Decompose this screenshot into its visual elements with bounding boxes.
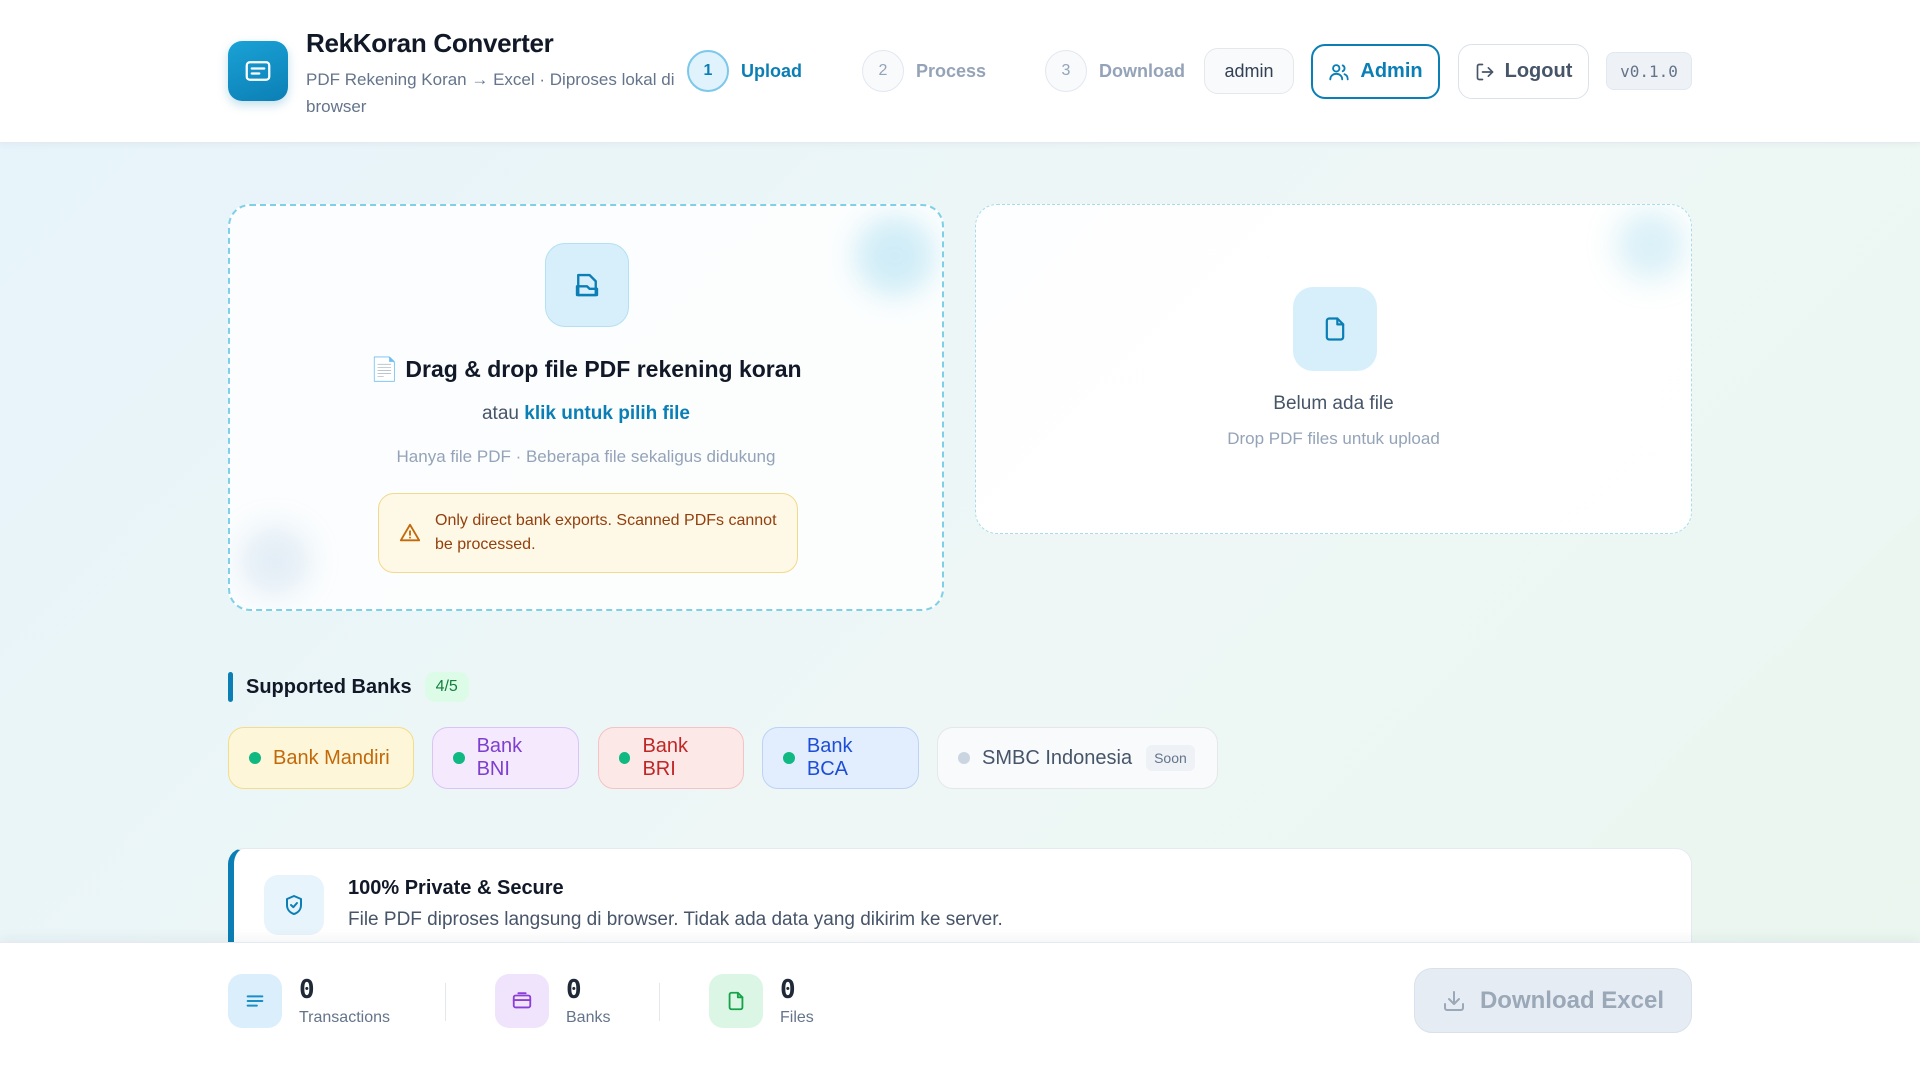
username-badge: admin bbox=[1204, 48, 1294, 94]
statement-icon bbox=[245, 61, 271, 81]
file-list-panel: Belum ada file Drop PDF files untuk uplo… bbox=[975, 204, 1692, 534]
file-upload-icon bbox=[575, 273, 599, 297]
stat-transactions: 0 Transactions bbox=[228, 973, 390, 1029]
bank-name: Bank BNI bbox=[476, 735, 523, 780]
bank-chip-mandiri: Bank Mandiri bbox=[228, 727, 414, 789]
app-logo bbox=[228, 41, 288, 101]
shield-check-icon bbox=[286, 895, 302, 915]
stat-label: Transactions bbox=[299, 1009, 390, 1026]
decor-glow bbox=[1616, 210, 1686, 280]
bank-chip-bni: Bank BNI bbox=[432, 727, 579, 789]
bank-name: SMBC Indonesia bbox=[982, 746, 1133, 769]
stat-value: 0 bbox=[780, 975, 796, 1005]
upload-hint: Hanya file PDF · Beberapa file sekaligus… bbox=[396, 447, 776, 466]
stat-divider bbox=[659, 983, 660, 1021]
logout-button-label: Logout bbox=[1504, 60, 1573, 82]
app-subtitle: PDF Rekening Koran → Excel · Diproses lo… bbox=[306, 70, 675, 116]
choose-file-link[interactable]: klik untuk pilih file bbox=[524, 403, 690, 424]
admin-button-label: Admin bbox=[1360, 60, 1423, 82]
step-upload[interactable]: 1 Upload bbox=[687, 50, 802, 92]
soon-badge: Soon bbox=[1146, 745, 1195, 771]
bank-chip-bri: Bank BRI bbox=[598, 727, 744, 789]
stat-divider bbox=[445, 983, 446, 1021]
empty-files-icon-box bbox=[1293, 287, 1377, 371]
bank-chip-bca: Bank BCA bbox=[762, 727, 919, 789]
step-number: 3 bbox=[1045, 50, 1087, 92]
warning-icon bbox=[399, 523, 421, 542]
empty-files-title: Belum ada file bbox=[1273, 393, 1394, 414]
upload-instruction: atau klik untuk pilih file bbox=[230, 403, 942, 425]
stat-files: 0 Files bbox=[709, 973, 814, 1029]
stat-value: 0 bbox=[566, 975, 582, 1005]
supported-banks-title: Supported Banks bbox=[246, 675, 412, 698]
version-tag: v0.1.0 bbox=[1606, 52, 1692, 90]
list-icon bbox=[246, 995, 264, 1007]
privacy-title: 100% Private & Secure bbox=[348, 877, 564, 899]
stat-icon-box bbox=[495, 974, 549, 1028]
bank-name: Bank BCA bbox=[806, 735, 853, 780]
heading-accent-bar bbox=[228, 672, 233, 702]
scan-warning: Only direct bank exports. Scanned PDFs c… bbox=[378, 493, 798, 573]
logout-icon bbox=[1476, 63, 1493, 80]
card-icon bbox=[512, 992, 532, 1009]
warning-text: Only direct bank exports. Scanned PDFs c… bbox=[435, 512, 777, 553]
file-icon bbox=[728, 991, 744, 1011]
step-number: 2 bbox=[862, 50, 904, 92]
step-label: Upload bbox=[741, 60, 802, 81]
stat-icon-box bbox=[228, 974, 282, 1028]
status-dot bbox=[619, 752, 631, 764]
download-excel-label: Download Excel bbox=[1479, 986, 1665, 1014]
file-icon bbox=[1325, 317, 1345, 341]
app-title: RekKoran Converter bbox=[306, 28, 554, 58]
supported-banks-count: 4/5 bbox=[424, 672, 469, 702]
supported-banks-heading: Supported Banks 4/5 bbox=[228, 672, 469, 702]
privacy-description: File PDF diproses langsung di browser. T… bbox=[348, 909, 1003, 930]
upload-instruction-prefix: atau bbox=[481, 403, 525, 424]
stat-icon-box bbox=[709, 974, 763, 1028]
status-dot bbox=[453, 752, 465, 764]
logout-button[interactable]: Logout bbox=[1458, 44, 1589, 99]
privacy-icon-box bbox=[264, 875, 324, 935]
decor-glow bbox=[855, 216, 935, 296]
download-icon bbox=[1443, 990, 1464, 1011]
app-header: RekKoran Converter PDF Rekening Koran → … bbox=[0, 0, 1920, 143]
empty-files-hint: Drop PDF files untuk upload bbox=[1227, 429, 1440, 448]
step-label: Download bbox=[1099, 60, 1185, 81]
status-dot bbox=[958, 752, 970, 764]
stat-banks: 0 Banks bbox=[495, 973, 610, 1029]
users-icon bbox=[1329, 63, 1350, 80]
status-dot bbox=[249, 752, 261, 764]
bank-chip-smbc: SMBC Indonesia Soon bbox=[937, 727, 1218, 789]
upload-title: 📄 Drag & drop file PDF rekening koran bbox=[370, 356, 802, 382]
summary-bar: 0 Transactions 0 Banks 0 Files Download … bbox=[0, 942, 1920, 1080]
upload-icon-box bbox=[545, 243, 629, 327]
status-dot bbox=[783, 752, 795, 764]
upload-dropzone[interactable]: 📄 Drag & drop file PDF rekening koran at… bbox=[228, 204, 944, 611]
step-process[interactable]: 2 Process bbox=[862, 50, 986, 92]
download-excel-button[interactable]: Download Excel bbox=[1414, 968, 1692, 1033]
step-download[interactable]: 3 Download bbox=[1045, 50, 1185, 92]
step-label: Process bbox=[916, 60, 987, 81]
stat-label: Files bbox=[780, 1009, 814, 1026]
step-number: 1 bbox=[687, 50, 729, 92]
stat-value: 0 bbox=[299, 975, 315, 1005]
bank-name: Bank Mandiri bbox=[273, 746, 390, 769]
decor-glow bbox=[240, 526, 310, 596]
stat-label: Banks bbox=[566, 1009, 611, 1026]
admin-button[interactable]: Admin bbox=[1311, 44, 1440, 99]
bank-name: Bank BRI bbox=[642, 735, 689, 780]
